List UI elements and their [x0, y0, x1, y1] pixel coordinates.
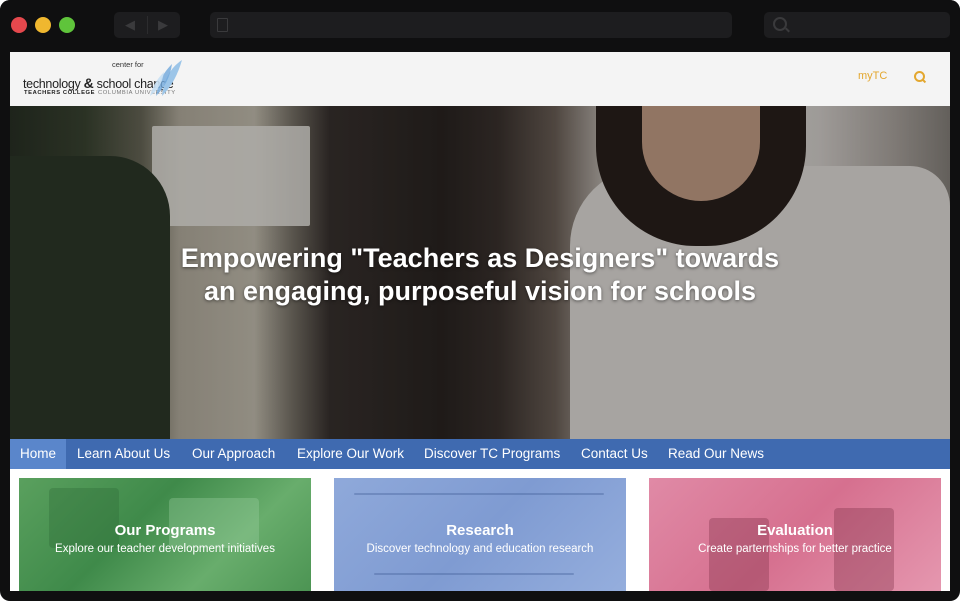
history-buttons: ◀ ▶ — [114, 12, 180, 38]
card-photo-detail — [49, 488, 119, 548]
card-research[interactable]: Research Discover technology and educati… — [334, 478, 626, 591]
minimize-window-icon[interactable] — [35, 17, 51, 33]
card-title: Our Programs — [114, 522, 216, 539]
nav-explore-our-work[interactable]: Explore Our Work — [297, 439, 404, 469]
main-navigation: Home Learn About Us Our Approach Explore… — [10, 439, 950, 469]
logo-technology: technology — [23, 77, 81, 91]
site-search-icon[interactable] — [914, 71, 925, 82]
hero-headline-line2: an engaging, purposeful vision for schoo… — [203, 276, 757, 306]
divider — [147, 16, 148, 34]
zoom-window-icon[interactable] — [59, 17, 75, 33]
card-subtitle: Create parternships for better practice — [698, 543, 892, 555]
logo-wing-icon — [150, 60, 182, 96]
card-photo-detail — [354, 493, 604, 495]
card-evaluation[interactable]: Evaluation Create parternships for bette… — [649, 478, 941, 591]
forward-arrow-icon[interactable]: ▶ — [158, 18, 168, 32]
browser-toolbar: ◀ ▶ — [0, 0, 960, 52]
mytc-link[interactable]: myTC — [858, 70, 887, 82]
logo-teachers-college: TEACHERS COLLEGE — [24, 90, 96, 96]
hero-banner: Empowering "Teachers as Designers" towar… — [10, 106, 950, 439]
browser-window: ◀ ▶ center for technology & school chang… — [0, 0, 960, 601]
card-photo-detail — [374, 573, 574, 575]
web-page: center for technology & school change TE… — [10, 52, 950, 591]
browser-search-field[interactable] — [764, 12, 950, 38]
card-our-programs[interactable]: Our Programs Explore our teacher develop… — [19, 478, 311, 591]
nav-learn-about-us[interactable]: Learn About Us — [77, 439, 170, 469]
logo-ampersand: & — [83, 75, 94, 91]
close-window-icon[interactable] — [11, 17, 27, 33]
card-title: Evaluation — [757, 522, 833, 539]
site-logo[interactable]: center for technology & school change TE… — [22, 58, 192, 100]
card-subtitle: Explore our teacher development initiati… — [55, 543, 275, 555]
nav-contact-us[interactable]: Contact Us — [581, 439, 648, 469]
nav-our-approach[interactable]: Our Approach — [192, 439, 275, 469]
card-title: Research — [446, 522, 514, 539]
hero-headline: Empowering "Teachers as Designers" towar… — [10, 242, 950, 308]
site-header: center for technology & school change TE… — [10, 52, 950, 106]
logo-center-for: center for — [112, 60, 144, 69]
nav-home[interactable]: Home — [10, 439, 67, 469]
hero-headline-line1: Empowering "Teachers as Designers" towar… — [180, 243, 780, 273]
card-subtitle: Discover technology and education resear… — [366, 543, 594, 555]
nav-read-our-news[interactable]: Read Our News — [668, 439, 764, 469]
feature-cards: Our Programs Explore our teacher develop… — [10, 469, 950, 591]
back-arrow-icon[interactable]: ◀ — [125, 18, 135, 32]
address-bar[interactable] — [210, 12, 732, 38]
page-icon — [217, 18, 228, 32]
nav-discover-tc-programs[interactable]: Discover TC Programs — [424, 439, 560, 469]
search-icon — [773, 17, 787, 31]
